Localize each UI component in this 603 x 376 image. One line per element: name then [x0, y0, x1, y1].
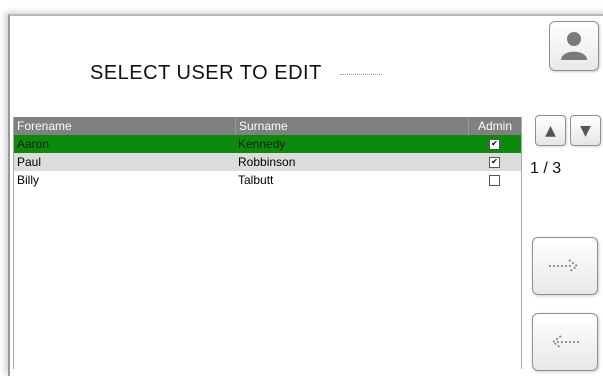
- table-row[interactable]: Billy Talbutt: [14, 171, 521, 189]
- forename-cell: Aaron: [17, 137, 50, 151]
- arrow-down-icon: ▼: [580, 122, 591, 139]
- admin-checkbox[interactable]: ✔: [489, 156, 500, 168]
- surname-cell: Talbutt: [238, 173, 274, 187]
- table-row[interactable]: Paul Robbinson ✔: [14, 153, 521, 171]
- table-header: Forename Surname Admin: [14, 117, 521, 135]
- surname-cell: Kennedy: [238, 137, 286, 151]
- user-profile-button[interactable]: [549, 21, 599, 71]
- dotted-arrow-left-icon: [551, 335, 581, 349]
- column-header-admin[interactable]: Admin: [468, 117, 521, 135]
- scroll-down-button[interactable]: ▼: [570, 115, 601, 146]
- column-header-forename[interactable]: Forename: [14, 117, 235, 135]
- arrow-up-icon: ▲: [545, 122, 556, 139]
- forename-cell: Billy: [17, 173, 40, 187]
- forename-cell: Paul: [17, 155, 42, 169]
- table-row[interactable]: Aaron Kennedy ✔: [14, 135, 521, 153]
- user-table: Forename Surname Admin Aaron Kennedy ✔ P…: [13, 117, 522, 369]
- scroll-up-button[interactable]: ▲: [535, 115, 566, 146]
- surname-cell: Robbinson: [238, 155, 296, 169]
- page-indicator: 1 / 3: [530, 160, 562, 177]
- back-button[interactable]: [532, 313, 598, 371]
- page-title: SELECT USER TO EDIT: [90, 62, 322, 84]
- dotted-arrow-right-icon: [549, 259, 579, 273]
- admin-checkbox[interactable]: ✔: [489, 138, 500, 150]
- admin-checkbox[interactable]: [489, 174, 500, 186]
- user-icon: [561, 32, 587, 60]
- next-button[interactable]: [532, 237, 598, 295]
- title-decoration: [340, 74, 382, 75]
- column-header-surname[interactable]: Surname: [235, 117, 468, 135]
